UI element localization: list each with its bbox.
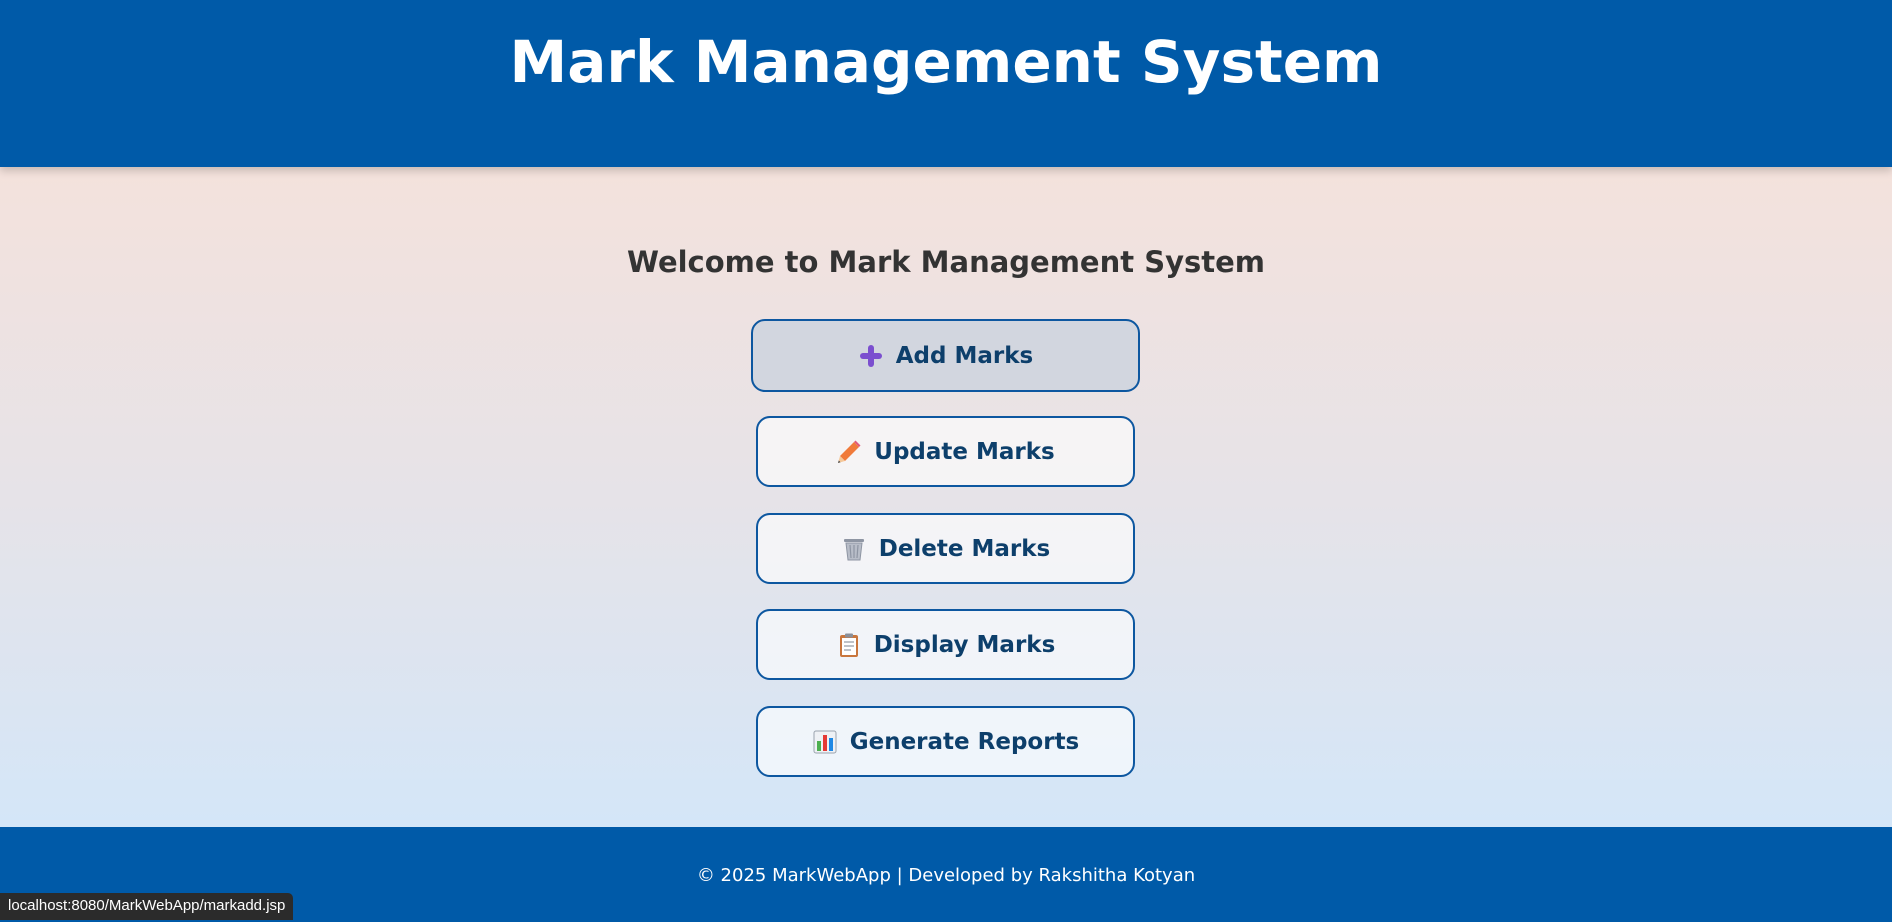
- generate-reports-button[interactable]: Generate Reports: [756, 706, 1135, 777]
- generate-reports-label: Generate Reports: [849, 728, 1080, 755]
- update-marks-button[interactable]: Update Marks: [756, 416, 1135, 487]
- main-content: Welcome to Mark Management System Add Ma…: [0, 167, 1892, 827]
- update-marks-label: Update Marks: [874, 438, 1055, 465]
- bar-chart-icon: [812, 729, 838, 755]
- delete-marks-label: Delete Marks: [878, 535, 1051, 562]
- delete-marks-button[interactable]: Delete Marks: [756, 513, 1135, 584]
- status-bar-url: localhost:8080/MarkWebApp/markadd.jsp: [0, 893, 294, 920]
- welcome-heading: Welcome to Mark Management System: [626, 245, 1265, 279]
- page-title: Mark Management System: [509, 28, 1383, 96]
- add-marks-label: Add Marks: [895, 342, 1034, 369]
- display-marks-button[interactable]: Display Marks: [756, 609, 1135, 680]
- footer-text: © 2025 MarkWebApp | Developed by Rakshit…: [696, 865, 1196, 886]
- pencil-icon: [836, 439, 862, 465]
- plus-icon: [858, 343, 884, 369]
- page-header: Mark Management System: [0, 0, 1892, 167]
- display-marks-label: Display Marks: [873, 631, 1056, 658]
- clipboard-icon: [836, 632, 862, 658]
- add-marks-button[interactable]: Add Marks: [751, 319, 1140, 392]
- trash-icon: [841, 536, 867, 562]
